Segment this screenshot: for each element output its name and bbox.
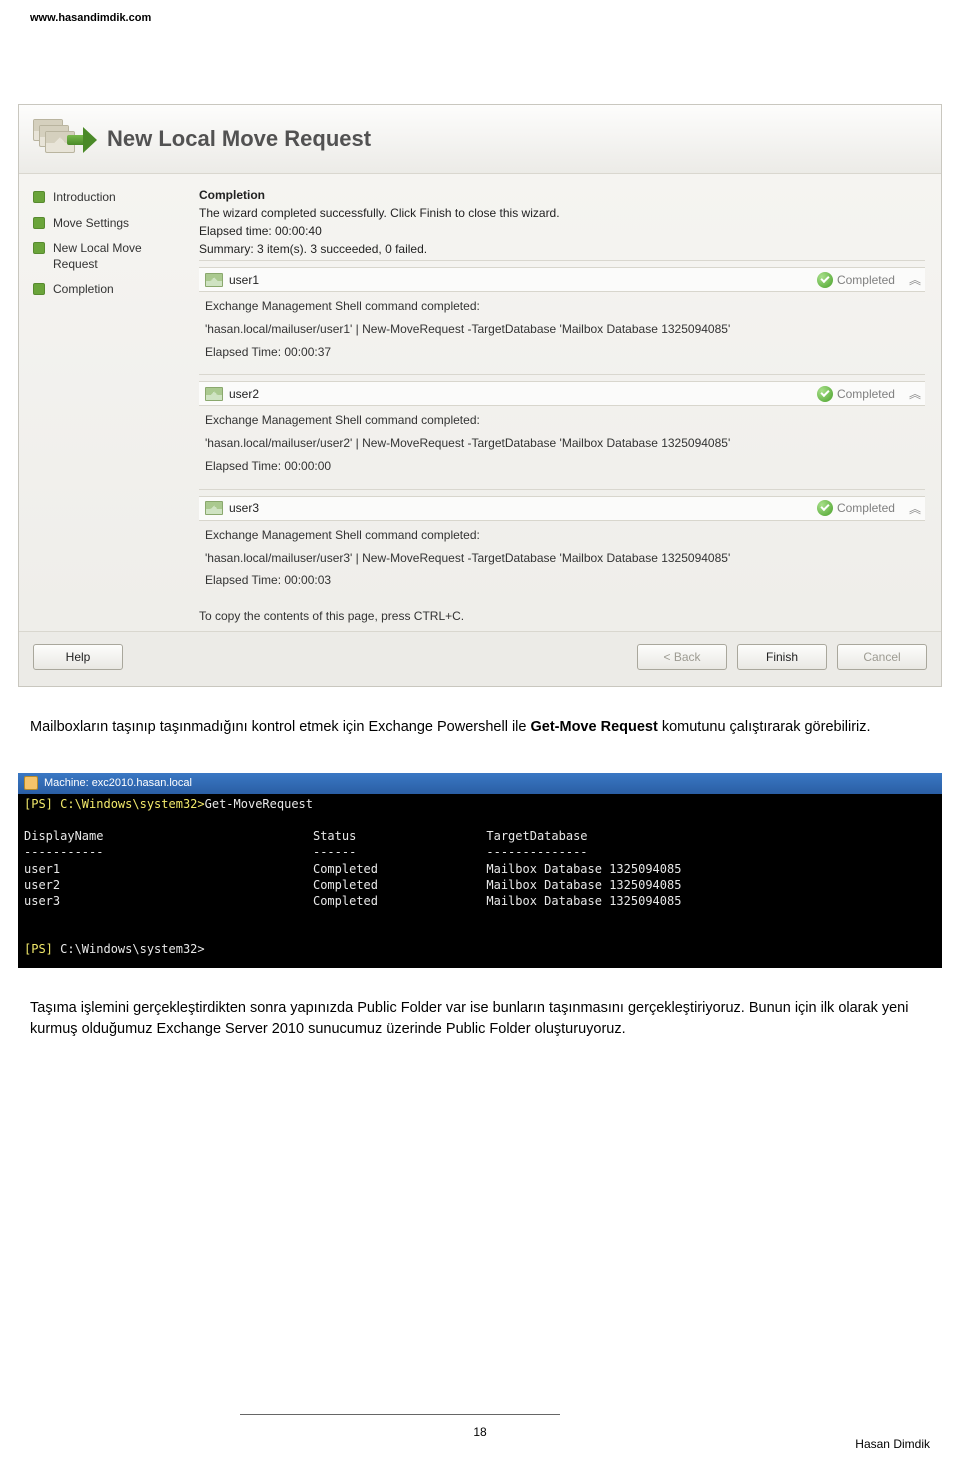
copy-hint: To copy the contents of this page, press… [199, 609, 925, 623]
nav-item-completion[interactable]: Completion [33, 282, 181, 298]
result-item-name: user3 [229, 501, 811, 515]
result-cmd-label: Exchange Management Shell command comple… [199, 298, 925, 315]
paragraph-1: Mailboxların taşınıp taşınmadığını kontr… [30, 717, 930, 739]
result-cmd: 'hasan.local/mailuser/user1' | New-MoveR… [199, 321, 925, 338]
completion-elapsed: Elapsed time: 00:00:40 [199, 224, 925, 238]
completion-line1: The wizard completed successfully. Click… [199, 206, 925, 220]
result-item-name: user1 [229, 273, 811, 287]
page-number: 18 [473, 1425, 486, 1439]
nav-item-move-settings[interactable]: Move Settings [33, 216, 181, 232]
chevron-up-icon[interactable]: ︽ [909, 271, 919, 288]
result-elapsed: Elapsed Time: 00:00:37 [199, 344, 925, 361]
chevron-up-icon[interactable]: ︽ [909, 500, 919, 517]
console-titlebar: Machine: exc2010.hasan.local [18, 773, 942, 794]
console-title-text: Machine: exc2010.hasan.local [44, 776, 192, 791]
para1-post: komutunu çalıştırarak görebiliriz. [658, 719, 871, 735]
result-elapsed: Elapsed Time: 00:00:03 [199, 572, 925, 589]
nav-bullet-icon [33, 217, 45, 229]
chevron-up-icon[interactable]: ︽ [909, 385, 919, 402]
help-button[interactable]: Help [33, 644, 123, 670]
back-button: < Back [637, 644, 727, 670]
check-icon [817, 272, 833, 288]
wizard-nav: Introduction Move Settings New Local Mov… [19, 174, 189, 631]
console-icon [24, 776, 38, 790]
paragraph-2: Taşıma işlemini gerçekleştirdikten sonra… [30, 998, 930, 1042]
finish-button[interactable]: Finish [737, 644, 827, 670]
completion-heading: Completion [199, 188, 925, 202]
page-header-site: www.hasandimdik.com [0, 0, 960, 24]
result-item-header[interactable]: user3 Completed ︽ [199, 496, 925, 521]
wizard-title: New Local Move Request [107, 126, 371, 152]
mailbox-icon [205, 501, 223, 515]
para1-pre: Mailboxların taşınıp taşınmadığını kontr… [30, 719, 531, 735]
nav-bullet-icon [33, 242, 45, 254]
nav-item-new-local-move-request[interactable]: New Local Move Request [33, 241, 181, 272]
powershell-console: Machine: exc2010.hasan.local [PS] C:\Win… [18, 773, 942, 968]
nav-bullet-icon [33, 283, 45, 295]
wizard-header: New Local Move Request [19, 105, 941, 174]
result-item-header[interactable]: user2 Completed ︽ [199, 381, 925, 406]
result-cmd: 'hasan.local/mailuser/user2' | New-MoveR… [199, 435, 925, 452]
result-item-name: user2 [229, 387, 811, 401]
mailbox-icon [205, 387, 223, 401]
status-text: Completed [837, 273, 895, 287]
status-chip: Completed [817, 500, 895, 516]
nav-bullet-icon [33, 191, 45, 203]
status-chip: Completed [817, 386, 895, 402]
result-elapsed: Elapsed Time: 00:00:00 [199, 458, 925, 475]
status-text: Completed [837, 387, 895, 401]
completion-summary: Summary: 3 item(s). 3 succeeded, 0 faile… [199, 242, 925, 256]
page-author: Hasan Dimdik [855, 1437, 930, 1451]
cancel-button: Cancel [837, 644, 927, 670]
nav-label: New Local Move Request [53, 241, 181, 272]
wizard-buttons: Help < Back Finish Cancel [19, 631, 941, 686]
wizard-content: Completion The wizard completed successf… [189, 174, 941, 631]
check-icon [817, 386, 833, 402]
para1-bold: Get-Move Request [531, 719, 658, 735]
result-cmd-label: Exchange Management Shell command comple… [199, 412, 925, 429]
nav-label: Move Settings [53, 216, 129, 232]
nav-item-introduction[interactable]: Introduction [33, 190, 181, 206]
status-text: Completed [837, 501, 895, 515]
result-item: user2 Completed ︽ Exchange Management Sh… [199, 374, 925, 488]
check-icon [817, 500, 833, 516]
footer-divider [240, 1414, 560, 1415]
status-chip: Completed [817, 272, 895, 288]
move-request-icon [33, 115, 97, 163]
nav-label: Introduction [53, 190, 116, 206]
result-cmd-label: Exchange Management Shell command comple… [199, 527, 925, 544]
wizard-window: New Local Move Request Introduction Move… [18, 104, 942, 687]
result-item-header[interactable]: user1 Completed ︽ [199, 267, 925, 292]
mailbox-icon [205, 273, 223, 287]
result-item: user1 Completed ︽ Exchange Management Sh… [199, 260, 925, 374]
console-output: [PS] C:\Windows\system32>Get-MoveRequest… [18, 794, 942, 958]
result-cmd: 'hasan.local/mailuser/user3' | New-MoveR… [199, 550, 925, 567]
result-item: user3 Completed ︽ Exchange Management Sh… [199, 489, 925, 603]
nav-label: Completion [53, 282, 114, 298]
